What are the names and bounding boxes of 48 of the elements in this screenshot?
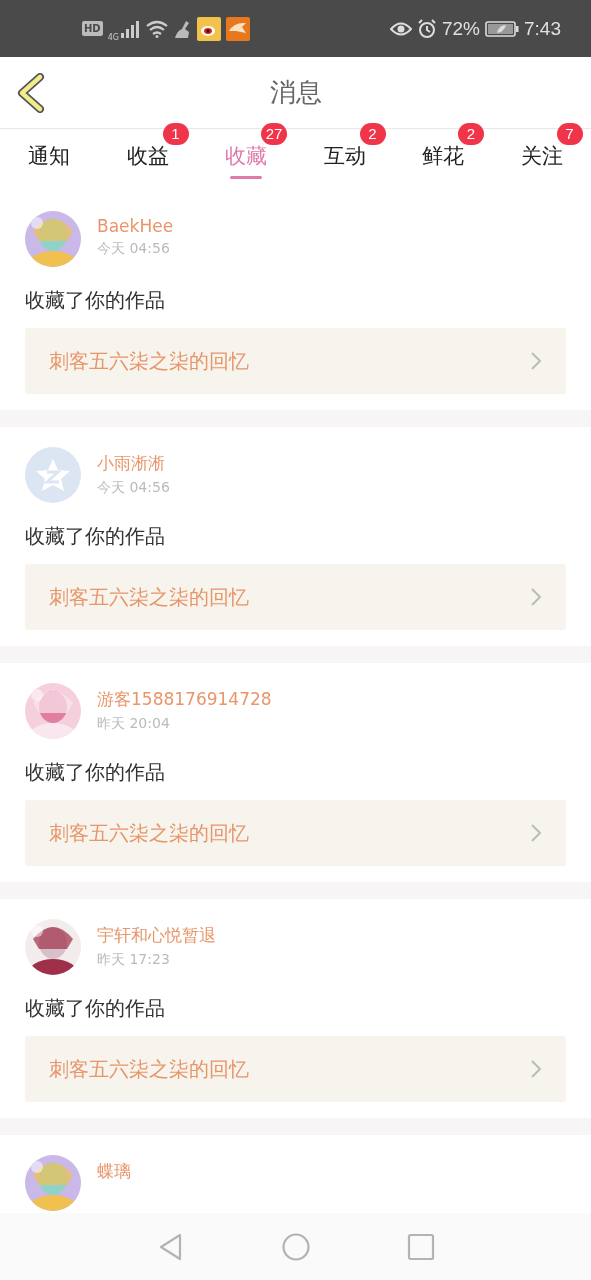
work-link[interactable]: 刺客五六柒之柒的回忆 [25,800,566,866]
count-badge: 7 [556,123,583,145]
user-name[interactable]: 小雨淅淅 [97,452,170,475]
user-name[interactable]: BaekHee [97,216,174,236]
hd-indicator: HD [82,21,103,36]
timestamp: 今天 04:56 [97,479,170,497]
chevron-right-icon [530,587,542,607]
app-icon [196,16,221,41]
timestamp: 昨天 17:23 [97,951,171,969]
timestamp: 今天 04:56 [97,240,171,258]
chevron-right-icon [530,823,542,843]
default-avatar-icon [25,447,81,503]
message-text: 收藏了你的作品 [25,287,166,314]
wifi-icon [144,19,169,38]
tab[interactable]: 通知 [28,129,71,171]
broom-icon [173,19,192,38]
count-badge: 2 [458,123,484,145]
message-text: 收藏了你的作品 [25,523,166,550]
user-name[interactable]: 游客1588176914728 [97,688,272,711]
work-title: 刺客五六柒之柒的回忆 [49,347,249,375]
work-title: 刺客五六柒之柒的回忆 [49,1055,249,1083]
work-link[interactable]: 刺客五六柒之柒的回忆 [25,1036,566,1102]
eye-icon [390,20,412,37]
work-link[interactable]: 刺客五六柒之柒的回忆 [25,564,566,630]
chevron-right-icon [530,1059,542,1079]
work-title: 刺客五六柒之柒的回忆 [49,819,249,847]
battery-percentage: 72% [442,17,480,40]
user-name[interactable]: 蝶璃 [97,1160,131,1183]
message-text: 收藏了你的作品 [25,995,166,1022]
recents-nav-icon[interactable] [406,1232,435,1261]
count-badge: 2 [359,123,386,145]
count-badge: 1 [162,123,189,145]
message-text: 收藏了你的作品 [25,759,166,786]
app-icon [225,16,250,41]
user-name[interactable]: 宇轩和心悦暂退 [97,924,216,947]
count-badge: 27 [261,123,287,145]
clock: 7:43 [524,17,561,40]
home-nav-icon[interactable] [280,1231,311,1262]
page-title: 消息 [269,76,322,109]
signal-icon [119,19,140,38]
chevron-right-icon [530,351,542,371]
work-link[interactable]: 刺客五六柒之柒的回忆 [25,328,566,394]
back-icon[interactable] [16,73,46,113]
timestamp: 昨天 20:04 [97,715,171,733]
network-type: 4G [107,33,119,42]
alarm-icon [417,18,437,39]
battery-icon [485,20,519,37]
work-title: 刺客五六柒之柒的回忆 [49,583,249,611]
